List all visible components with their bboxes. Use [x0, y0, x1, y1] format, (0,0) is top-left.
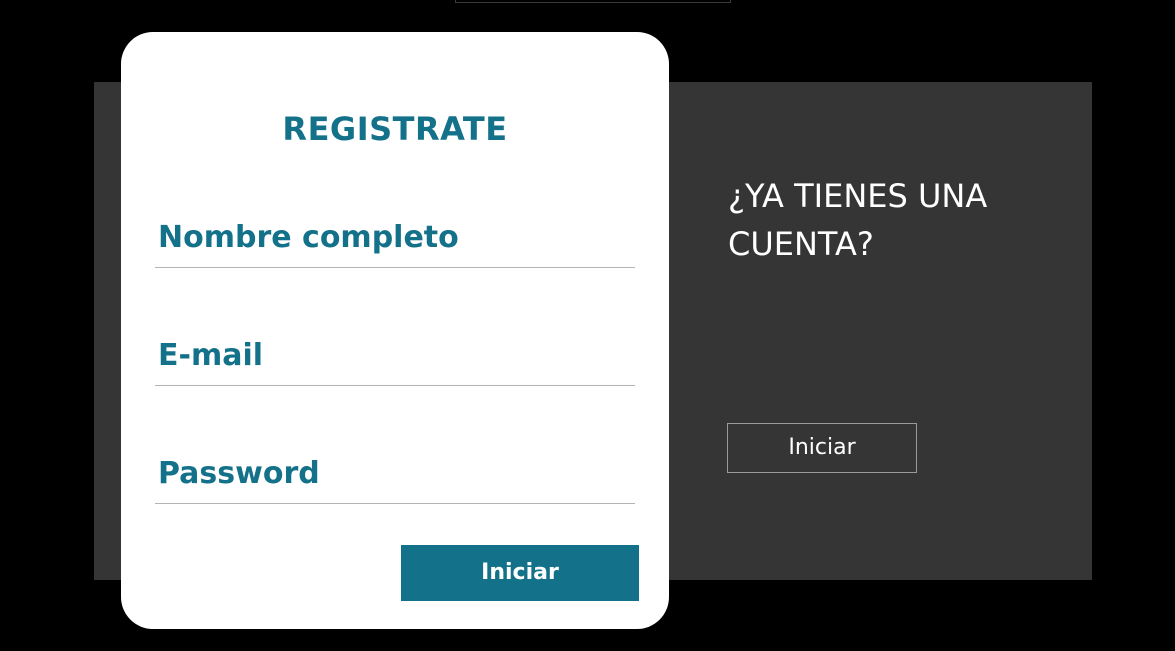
register-submit-button[interactable]: Iniciar — [401, 545, 639, 601]
have-account-heading: ¿YA TIENES UNA CUENTA? — [728, 177, 988, 263]
register-title: REGISTRATE — [282, 110, 508, 148]
password-input[interactable] — [155, 444, 635, 503]
full-name-field — [155, 208, 635, 268]
password-field — [155, 444, 635, 504]
register-card: REGISTRATE Iniciar — [121, 32, 669, 629]
full-name-input[interactable] — [155, 208, 635, 267]
email-field — [155, 326, 635, 386]
login-button[interactable]: Iniciar — [727, 423, 917, 473]
top-strip — [455, 0, 731, 3]
email-input[interactable] — [155, 326, 635, 385]
